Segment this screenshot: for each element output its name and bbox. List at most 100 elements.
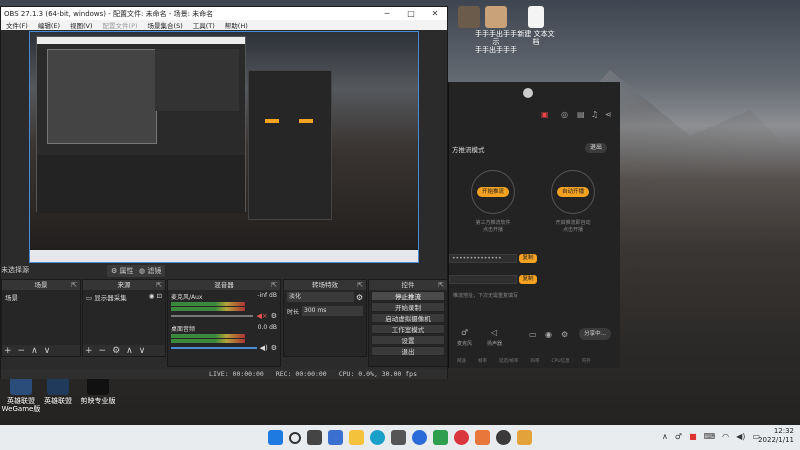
filters-button[interactable]: ◍ 滤镜 [135, 265, 166, 277]
start-icon[interactable] [268, 430, 283, 445]
dock-undock-icon[interactable]: ⇱ [357, 280, 363, 290]
obs-icon[interactable] [496, 430, 511, 445]
gift-icon[interactable]: ▣ [541, 110, 549, 119]
volume-icon[interactable]: ◀) [736, 432, 745, 441]
share-icon[interactable]: ⋖ [605, 110, 612, 119]
keyboard-icon[interactable]: ⌨ [704, 432, 716, 441]
menu-tools[interactable]: 工具(T) [188, 20, 220, 30]
live-status: LIVE: 00:00:00 [209, 370, 264, 378]
eye-icon[interactable]: ◉ [149, 292, 155, 300]
dock-undock-icon[interactable]: ⇱ [156, 280, 162, 290]
clock[interactable]: 12:32 2022/1/11 [758, 427, 794, 445]
file-explorer-icon[interactable] [349, 430, 364, 445]
key-field[interactable] [449, 275, 517, 284]
clock-date: 2022/1/11 [758, 436, 794, 444]
copy-key-button[interactable]: 复制 [519, 275, 537, 284]
mic-icon[interactable]: ♂ [461, 328, 468, 337]
copy-server-button[interactable]: 复制 [519, 254, 537, 263]
volume-slider[interactable] [171, 315, 254, 317]
lock-icon[interactable]: ⊡ [157, 292, 162, 300]
down-icon[interactable]: ∨ [44, 346, 51, 356]
dock-undock-icon[interactable]: ⇱ [271, 280, 277, 290]
preview-canvas[interactable] [29, 31, 419, 263]
settings-button[interactable]: 设置 [371, 335, 445, 345]
gear-icon[interactable]: ⚙ [561, 330, 568, 339]
add-icon[interactable]: + [85, 346, 93, 356]
minimize-button[interactable]: ─ [375, 9, 399, 18]
nested-obs-preview [36, 36, 246, 213]
track-db: -inf dB [257, 292, 277, 299]
stat-label: 内存 [581, 359, 591, 364]
down-icon[interactable]: ∨ [139, 346, 146, 356]
wifi-icon[interactable]: ◠ [722, 432, 729, 441]
auto-start-button[interactable]: 自动开播 [557, 187, 589, 197]
gear-icon[interactable]: ⚙ [112, 346, 120, 356]
nested-orange [265, 119, 279, 123]
menu-edit[interactable]: 编辑(E) [33, 20, 65, 30]
task-view-icon[interactable] [307, 430, 322, 445]
bell-icon[interactable]: ♫ [591, 110, 598, 119]
menu-file[interactable]: 文件(F) [1, 20, 33, 30]
start-virtual-camera-button[interactable]: 启动虚拟摄像机 [371, 313, 445, 323]
properties-button[interactable]: ⚙ 属性 [107, 265, 138, 277]
eye-icon[interactable]: ◉ [545, 330, 552, 339]
desktop-icon[interactable]: 新建 文本文 档 [512, 6, 560, 46]
studio-mode-button[interactable]: 工作室模式 [371, 324, 445, 334]
window-title: OBS 27.1.3 (64-bit, windows) - 配置文件: 未命名… [4, 9, 214, 18]
menu-scene-collection[interactable]: 场景集合(S) [143, 20, 188, 30]
duration-label: 时长 [287, 308, 300, 316]
antivirus-icon[interactable]: ■ [689, 432, 697, 441]
app-l-icon[interactable] [412, 430, 427, 445]
speaker-icon[interactable]: ◁ [491, 328, 497, 337]
remove-icon[interactable]: − [18, 346, 26, 356]
up-icon[interactable]: ∧ [126, 346, 133, 356]
chat-icon[interactable] [433, 430, 448, 445]
menu-profile[interactable]: 配置文件(P) [98, 20, 143, 30]
yellow-app-icon[interactable] [517, 430, 532, 445]
dock-undock-icon[interactable]: ⇱ [71, 280, 77, 290]
store-icon[interactable] [391, 430, 406, 445]
avatar[interactable] [523, 88, 533, 98]
speaker-icon[interactable]: ◀) [260, 344, 268, 352]
remove-icon[interactable]: − [99, 346, 107, 356]
maximize-button[interactable]: □ [399, 9, 423, 18]
track-db: 0.0 dB [257, 324, 277, 331]
transition-select[interactable]: 淡化 [287, 292, 354, 302]
up-icon[interactable]: ∧ [31, 346, 38, 356]
gear-icon[interactable]: ⚙ [271, 344, 277, 352]
level-meter [171, 307, 246, 311]
scene-item[interactable]: 场景 [2, 290, 80, 304]
mic-icon[interactable]: ♂ [675, 432, 682, 441]
speaker-muted-icon[interactable]: ◀× [256, 312, 267, 320]
edge-icon[interactable] [370, 430, 385, 445]
stop-streaming-button[interactable]: 停止推流 [371, 291, 445, 301]
transitions-title: 转场特效 [312, 281, 338, 289]
exit-button[interactable]: 退出 [371, 346, 445, 356]
mic-label: 麦克风 [457, 341, 473, 347]
gear-icon[interactable]: ⚙ [356, 293, 363, 302]
nested-preview [47, 49, 157, 144]
shield-icon[interactable]: ◎ [561, 110, 568, 119]
search-icon[interactable] [289, 431, 301, 444]
volume-slider[interactable] [171, 347, 257, 349]
gear-icon[interactable]: ⚙ [271, 312, 277, 320]
camera-icon[interactable]: ▭ [529, 330, 537, 339]
menu-help[interactable]: 帮助(H) [220, 20, 253, 30]
chevron-up-icon[interactable]: ∧ [662, 432, 668, 441]
widgets-icon[interactable] [328, 430, 343, 445]
start-recording-button[interactable]: 开始录制 [371, 302, 445, 312]
red-app-icon[interactable] [454, 430, 469, 445]
sharing-button[interactable]: 分享中... [579, 328, 611, 340]
add-icon[interactable]: + [4, 346, 12, 356]
orange-app-icon[interactable] [475, 430, 490, 445]
filter-icon: ◍ [139, 267, 146, 275]
menu-view[interactable]: 视图(V) [65, 20, 98, 30]
dock-undock-icon[interactable]: ⇱ [438, 280, 444, 290]
duration-input[interactable]: 300 ms [302, 306, 363, 316]
start-stream-button[interactable]: 开始推流 [477, 187, 509, 197]
exit-button[interactable]: 退出 [585, 143, 607, 153]
shirt-icon[interactable]: ▤ [577, 110, 585, 119]
close-button[interactable]: ✕ [423, 9, 447, 18]
source-item[interactable]: ▭ 显示器采集 ◉ ⊡ [83, 290, 165, 304]
server-field[interactable]: •••••••••••••• [449, 254, 517, 263]
